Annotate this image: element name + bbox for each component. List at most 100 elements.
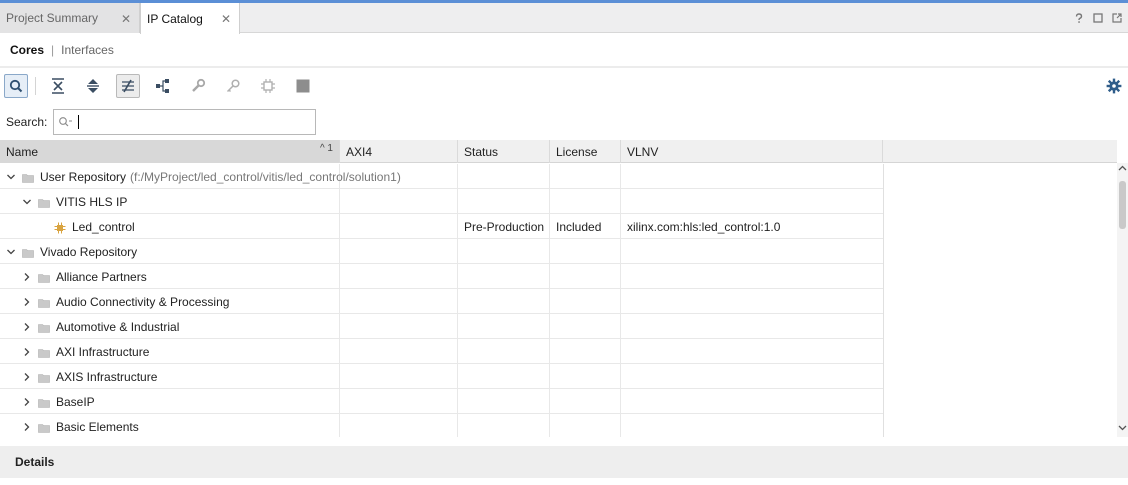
cell-license: [550, 314, 621, 339]
table-row[interactable]: Alliance Partners: [0, 264, 883, 289]
search-filter-icon[interactable]: [58, 116, 74, 128]
cell-vlnv: [621, 314, 883, 339]
cell-status: [458, 339, 550, 364]
column-header-status[interactable]: Status: [458, 140, 550, 163]
gear-icon[interactable]: [1106, 78, 1122, 94]
license-key-button[interactable]: [221, 74, 245, 98]
maximize-icon[interactable]: [1093, 13, 1103, 23]
cell-status: [458, 414, 550, 437]
tab-label: IP Catalog: [147, 11, 203, 26]
cell-license: Included: [550, 214, 621, 239]
chevron-right-icon[interactable]: [22, 422, 32, 432]
chevron-right-icon[interactable]: [22, 297, 32, 307]
chevron-right-icon[interactable]: [22, 397, 32, 407]
cell-license: [550, 164, 621, 189]
cell-name: Vivado Repository: [0, 239, 340, 264]
row-label: Automotive & Industrial: [56, 319, 180, 334]
cell-axi4: [340, 189, 458, 214]
vertical-scrollbar[interactable]: [1117, 163, 1128, 437]
close-icon[interactable]: ✕: [121, 12, 131, 26]
folder-icon: [38, 372, 50, 383]
scroll-down-icon[interactable]: [1117, 425, 1128, 435]
hierarchy-button[interactable]: [151, 74, 175, 98]
customize-ip-button[interactable]: [186, 74, 210, 98]
cell-vlnv: xilinx.com:hls:led_control:1.0: [627, 219, 781, 234]
details-panel-header[interactable]: Details: [0, 446, 1128, 478]
table-row[interactable]: Vivado Repository: [0, 239, 883, 264]
column-header-name[interactable]: Name ^ 1: [0, 140, 340, 163]
hierarchy-icon: [156, 79, 169, 93]
table-row[interactable]: AXIS Infrastructure: [0, 364, 883, 389]
chevron-right-icon[interactable]: [22, 372, 32, 382]
cell-vlnv: [621, 289, 883, 314]
cell-vlnv: [621, 339, 883, 364]
filter-button[interactable]: [116, 74, 140, 98]
table-row[interactable]: AXI Infrastructure: [0, 339, 883, 364]
chevron-down-icon[interactable]: [6, 247, 16, 257]
sort-ascending-icon: ^ 1: [319, 143, 333, 154]
folder-icon: [38, 397, 50, 408]
search-row: Search:: [0, 108, 317, 136]
tab-project-summary[interactable]: Project Summary ✕: [0, 3, 140, 33]
tab-cores[interactable]: Cores: [10, 43, 44, 57]
cell-status: [458, 389, 550, 414]
search-text-field[interactable]: [81, 115, 282, 129]
cell-license: [550, 189, 621, 214]
chevron-down-icon[interactable]: [6, 172, 16, 182]
tab-ip-catalog[interactable]: IP Catalog ✕: [140, 3, 240, 34]
folder-icon: [38, 297, 50, 308]
collapse-all-button[interactable]: [46, 74, 70, 98]
chevron-right-icon[interactable]: [22, 272, 32, 282]
row-label: Led_control: [72, 219, 135, 234]
expand-all-button[interactable]: [81, 74, 105, 98]
chevron-down-icon[interactable]: [22, 197, 32, 207]
cell-name: User Repository (f:/MyProject/led_control…: [0, 164, 401, 189]
search-label: Search:: [6, 115, 48, 129]
table-row[interactable]: Basic Elements: [0, 414, 883, 437]
cell-license: [550, 414, 621, 437]
cell-name: AXI Infrastructure: [0, 339, 340, 364]
chevron-right-icon[interactable]: [22, 322, 32, 332]
cell-license: [550, 389, 621, 414]
cell-name: Audio Connectivity & Processing: [0, 289, 340, 314]
folder-icon: [38, 347, 50, 358]
table-row[interactable]: VITIS HLS IP: [0, 189, 883, 214]
table-row[interactable]: BaseIP: [0, 389, 883, 414]
column-header-axi4[interactable]: AXI4: [340, 140, 458, 163]
table-row[interactable]: Led_control Pre-Production Included xilinx.…: [0, 214, 883, 239]
stop-button[interactable]: [291, 74, 315, 98]
editor-tab-bar: Project Summary ✕ IP Catalog ✕: [0, 3, 1128, 34]
row-label: VITIS HLS IP: [56, 194, 128, 209]
float-icon[interactable]: [1112, 13, 1122, 23]
search-input[interactable]: [53, 109, 317, 135]
search-icon: [9, 79, 23, 93]
chip-button[interactable]: [256, 74, 280, 98]
window-controls: [1074, 12, 1122, 23]
close-icon[interactable]: ✕: [221, 12, 231, 26]
folder-icon: [22, 247, 34, 258]
help-icon[interactable]: [1074, 12, 1084, 23]
expand-all-icon: [87, 79, 99, 93]
cell-license: [550, 264, 621, 289]
scrollbar-thumb[interactable]: [1119, 181, 1126, 229]
folder-icon: [38, 322, 50, 333]
search-button[interactable]: [4, 74, 28, 98]
column-header-license[interactable]: License: [550, 140, 621, 163]
cell-name: VITIS HLS IP: [0, 189, 340, 214]
column-header-filler: [883, 140, 1117, 163]
table-row[interactable]: Automotive & Industrial: [0, 314, 883, 339]
table-row[interactable]: Audio Connectivity & Processing: [0, 289, 883, 314]
catalog-toolbar: [0, 70, 1128, 102]
table-row[interactable]: User Repository (f:/MyProject/led_control…: [0, 164, 883, 189]
row-label: User Repository: [40, 169, 127, 184]
cell-license: [550, 239, 621, 264]
cell-vlnv: [621, 264, 883, 289]
tab-interfaces[interactable]: Interfaces: [61, 43, 114, 57]
scroll-up-icon[interactable]: [1117, 165, 1128, 175]
chevron-right-icon[interactable]: [22, 347, 32, 357]
cell-name: Basic Elements: [0, 414, 340, 437]
column-header-vlnv[interactable]: VLNV: [621, 140, 883, 163]
text-caret: [78, 115, 80, 129]
cell-axi4: [340, 364, 458, 389]
stop-icon: [296, 79, 310, 93]
